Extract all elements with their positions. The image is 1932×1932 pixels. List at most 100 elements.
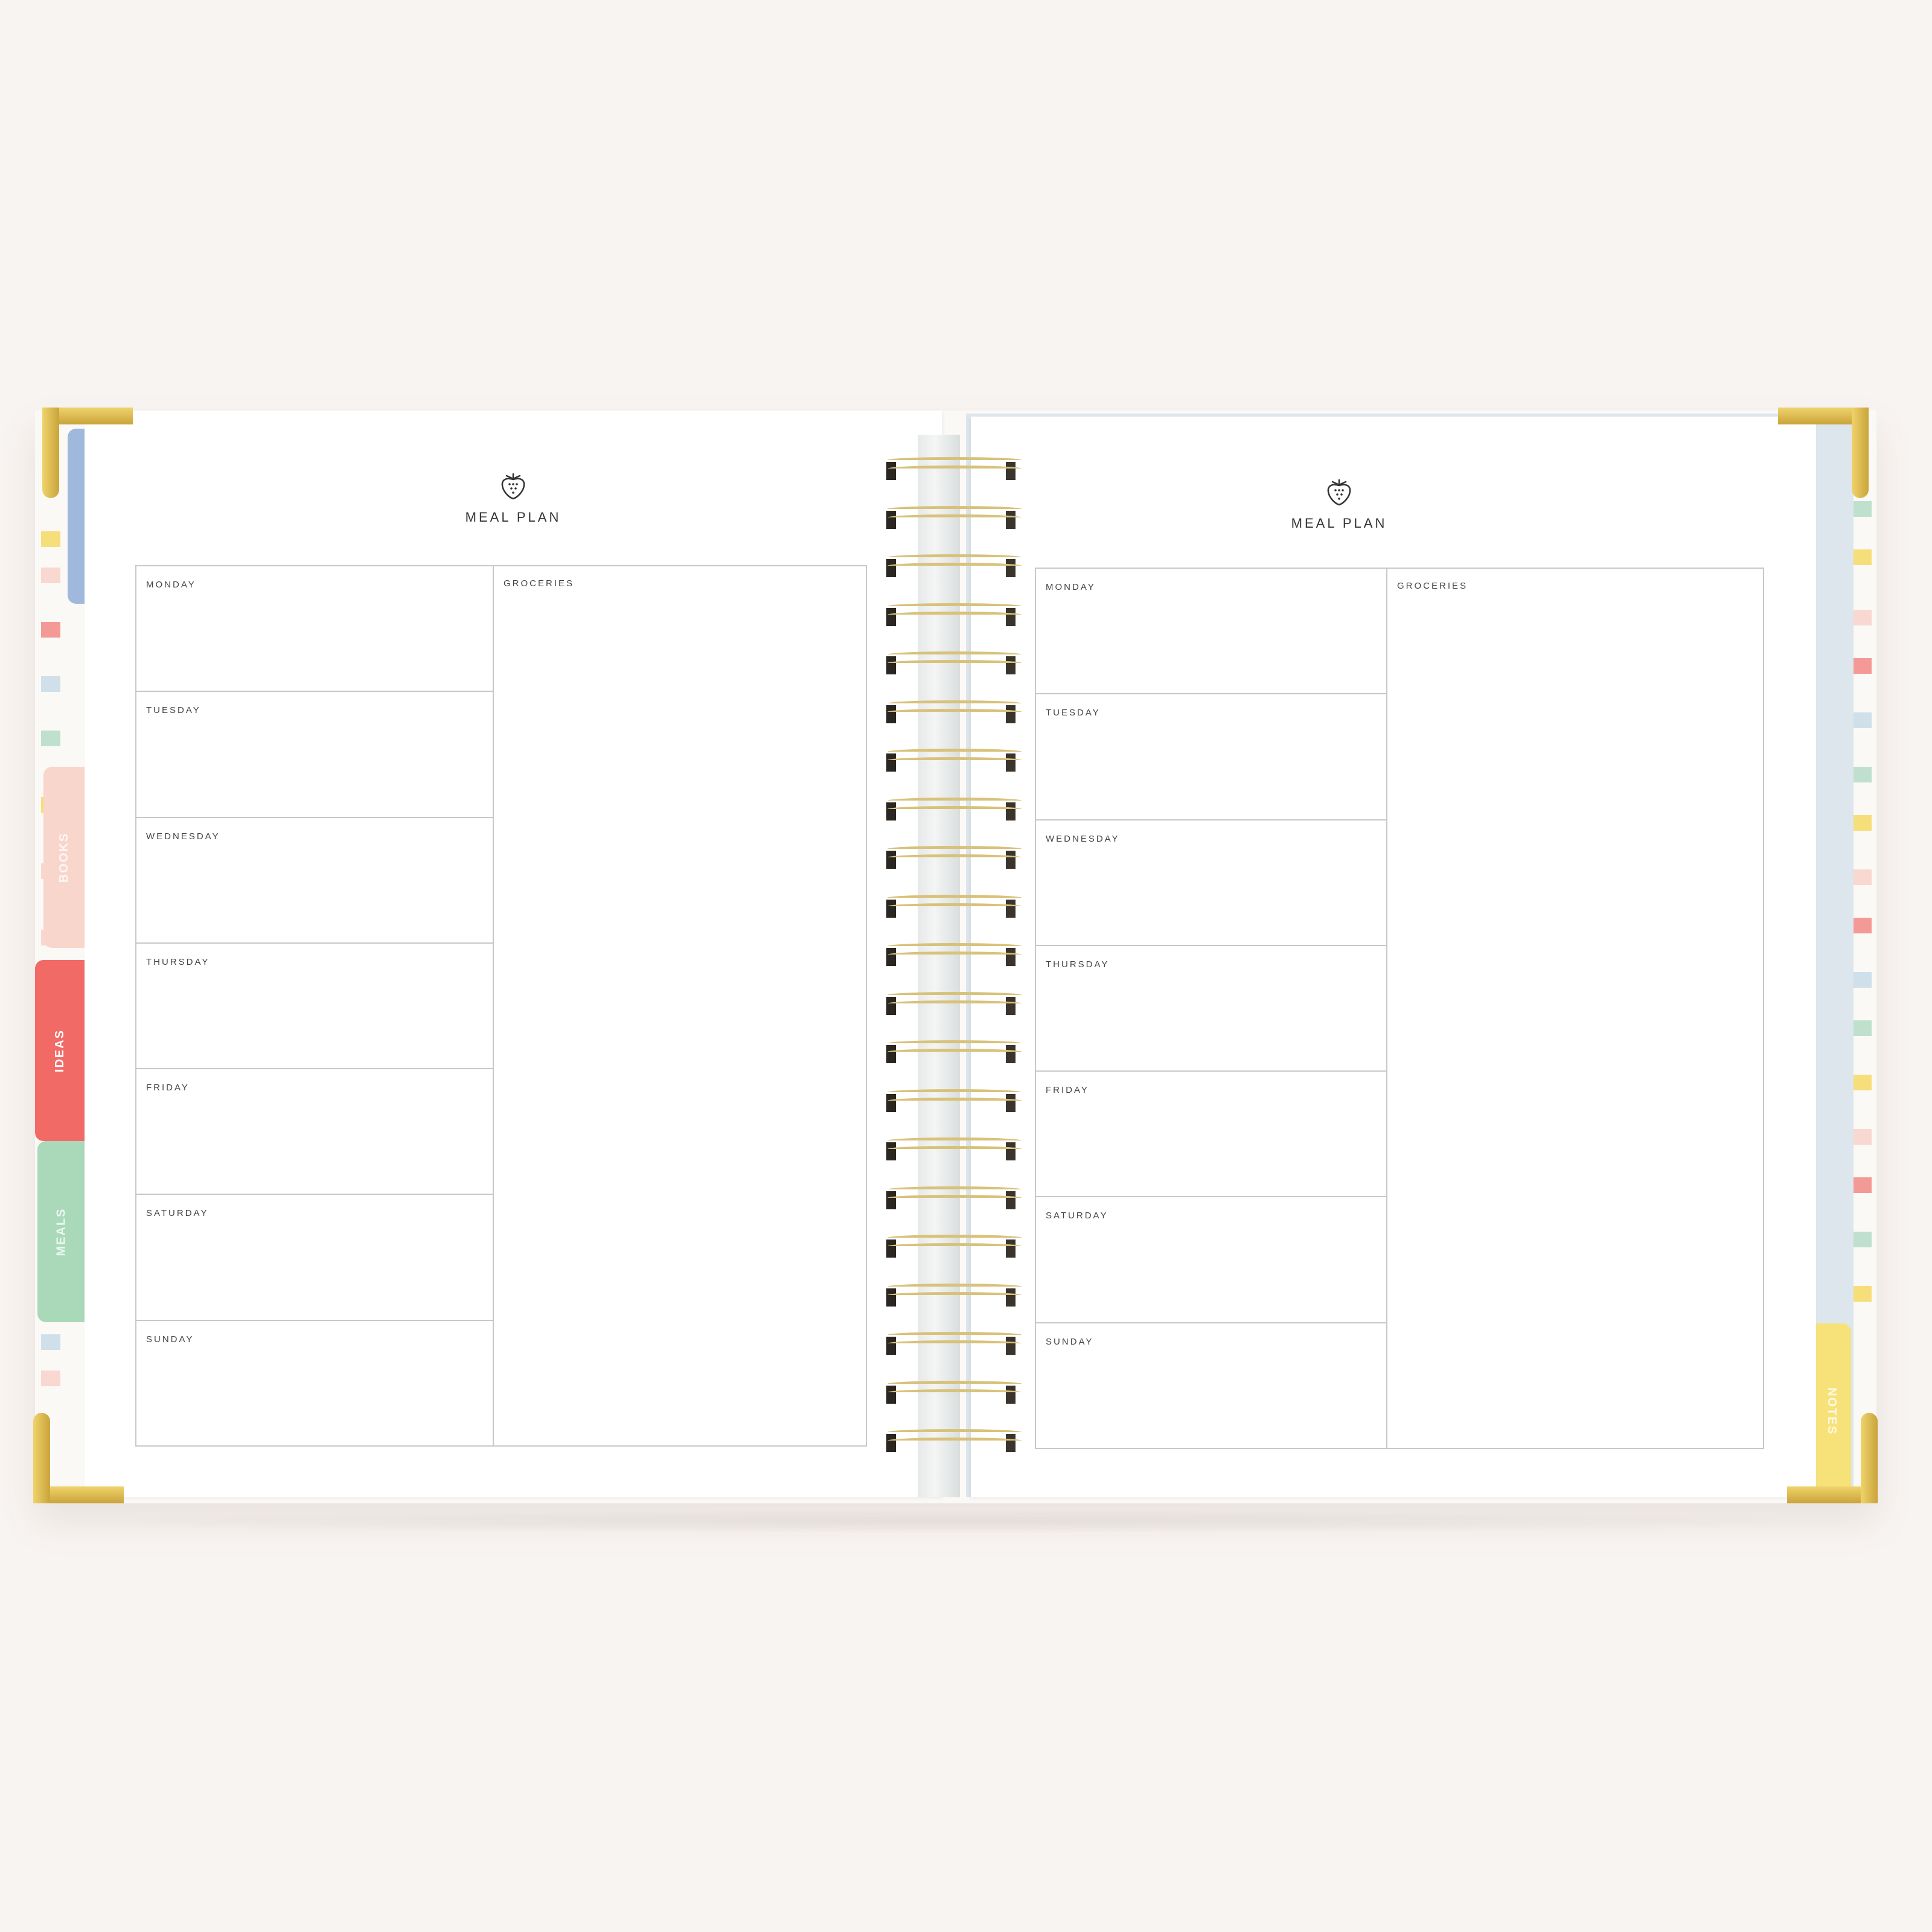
- day-label: MONDAY: [1046, 582, 1096, 592]
- ring-wire: [888, 903, 1022, 909]
- ring-wire: [888, 514, 1022, 520]
- day-monday[interactable]: MONDAY: [136, 566, 493, 693]
- tab-books[interactable]: BOOKS: [43, 767, 86, 948]
- spiral-ring: [881, 796, 1026, 827]
- ring-wire: [888, 611, 1022, 618]
- punch-hole: [886, 462, 896, 480]
- ring-wire: [888, 1049, 1022, 1055]
- meal-plan-grid: MONDAY TUESDAY WEDNESDAY THURSDAY FRIDAY…: [135, 565, 867, 1447]
- spiral-ring: [881, 699, 1026, 729]
- ring-wire: [888, 1438, 1022, 1444]
- days-column: MONDAY TUESDAY WEDNESDAY THURSDAY FRIDAY…: [136, 566, 494, 1445]
- punch-hole: [1006, 1191, 1016, 1209]
- ring-wire: [888, 708, 1022, 715]
- page-title: MEAL PLAN: [1291, 516, 1387, 531]
- punch-hole: [886, 1434, 896, 1452]
- ring-wire: [888, 797, 1022, 804]
- ring-wire: [888, 1186, 1022, 1192]
- punch-hole: [886, 948, 896, 966]
- punch-hole: [1006, 996, 1016, 1015]
- groceries-box[interactable]: GROCERIES: [1387, 569, 1763, 1448]
- ring-wire: [888, 563, 1022, 569]
- ring-wire: [888, 846, 1022, 852]
- punch-hole: [1006, 948, 1016, 966]
- spiral-ring: [881, 505, 1026, 535]
- punch-hole: [1006, 1239, 1016, 1258]
- day-saturday[interactable]: SATURDAY: [1036, 1197, 1386, 1323]
- gold-corner-bottom-right: [1787, 1413, 1878, 1503]
- ring-wire: [888, 1146, 1022, 1152]
- ring-wire: [888, 1429, 1022, 1435]
- tab-label: MEALS: [54, 1208, 68, 1256]
- punch-hole: [886, 1142, 896, 1160]
- day-thursday[interactable]: THURSDAY: [1036, 946, 1386, 1072]
- day-saturday[interactable]: SATURDAY: [136, 1195, 493, 1321]
- day-label: THURSDAY: [1046, 959, 1110, 970]
- stripe: [1852, 1232, 1872, 1247]
- groceries-label: GROCERIES: [1397, 581, 1468, 591]
- stripe: [1852, 869, 1872, 885]
- day-tuesday[interactable]: TUESDAY: [1036, 694, 1386, 820]
- day-monday[interactable]: MONDAY: [1036, 569, 1386, 695]
- day-label: FRIDAY: [1046, 1085, 1089, 1096]
- ring-wire: [888, 1040, 1022, 1046]
- stripe: [41, 531, 60, 547]
- day-friday[interactable]: FRIDAY: [136, 1069, 493, 1195]
- punch-hole: [1006, 705, 1016, 723]
- tab-ideas[interactable]: IDEAS: [35, 960, 86, 1141]
- spiral-ring: [881, 1331, 1026, 1361]
- day-friday[interactable]: FRIDAY: [1036, 1072, 1386, 1198]
- punch-hole: [1006, 510, 1016, 529]
- ring-wire: [888, 1340, 1022, 1346]
- day-label: SATURDAY: [146, 1208, 209, 1219]
- stripe: [41, 568, 60, 583]
- day-thursday[interactable]: THURSDAY: [136, 944, 493, 1070]
- ring-wire: [888, 457, 1022, 463]
- punch-hole: [1006, 607, 1016, 626]
- day-label: WEDNESDAY: [146, 831, 220, 842]
- day-sunday[interactable]: SUNDAY: [136, 1321, 493, 1445]
- right-page: MEAL PLAN MONDAY TUESDAY WEDNESDAY THURS…: [971, 417, 1816, 1497]
- tab-label: BOOKS: [57, 832, 71, 883]
- stripe: [41, 622, 60, 638]
- spiral-ring: [881, 602, 1026, 632]
- stripe: [41, 1334, 60, 1350]
- day-sunday[interactable]: SUNDAY: [1036, 1323, 1386, 1448]
- day-wednesday[interactable]: WEDNESDAY: [136, 818, 493, 944]
- groceries-box[interactable]: GROCERIES: [494, 566, 866, 1445]
- day-tuesday[interactable]: TUESDAY: [136, 692, 493, 818]
- ring-wire: [888, 505, 1022, 512]
- right-cover-stripes: [1852, 495, 1872, 1352]
- tab-label: IDEAS: [53, 1029, 67, 1072]
- spiral-ring: [881, 1136, 1026, 1166]
- stripe: [1852, 658, 1872, 674]
- ring-wire: [888, 1332, 1022, 1338]
- punch-hole: [1006, 802, 1016, 820]
- day-label: MONDAY: [146, 580, 196, 590]
- punch-hole: [1006, 559, 1016, 577]
- ring-wire: [888, 1000, 1022, 1006]
- punch-hole: [1006, 1045, 1016, 1063]
- punch-hole: [886, 851, 896, 869]
- punch-hole: [1006, 1093, 1016, 1112]
- day-wednesday[interactable]: WEDNESDAY: [1036, 820, 1386, 946]
- meal-plan-grid: MONDAY TUESDAY WEDNESDAY THURSDAY FRIDAY…: [1035, 568, 1764, 1449]
- stripe: [1852, 501, 1872, 517]
- punch-hole: [1006, 1434, 1016, 1452]
- planner-shadow: [36, 1509, 1878, 1534]
- ring-wire: [888, 1243, 1022, 1249]
- spiral-ring: [881, 1428, 1026, 1458]
- page-title: MEAL PLAN: [465, 510, 561, 525]
- spiral-ring: [881, 845, 1026, 875]
- stripe: [1852, 1177, 1872, 1193]
- gold-corner-top-left: [42, 408, 133, 498]
- stripe: [1852, 712, 1872, 728]
- tab-meals[interactable]: MEALS: [37, 1141, 86, 1322]
- right-page-header: MEAL PLAN: [916, 477, 1762, 531]
- punch-hole: [1006, 753, 1016, 772]
- ring-wire: [888, 660, 1022, 666]
- left-page: MEAL PLAN MONDAY TUESDAY WEDNESDAY THURS…: [85, 411, 942, 1497]
- stripe: [1852, 1129, 1872, 1145]
- stripe: [1852, 1020, 1872, 1036]
- ring-wire: [888, 1194, 1022, 1201]
